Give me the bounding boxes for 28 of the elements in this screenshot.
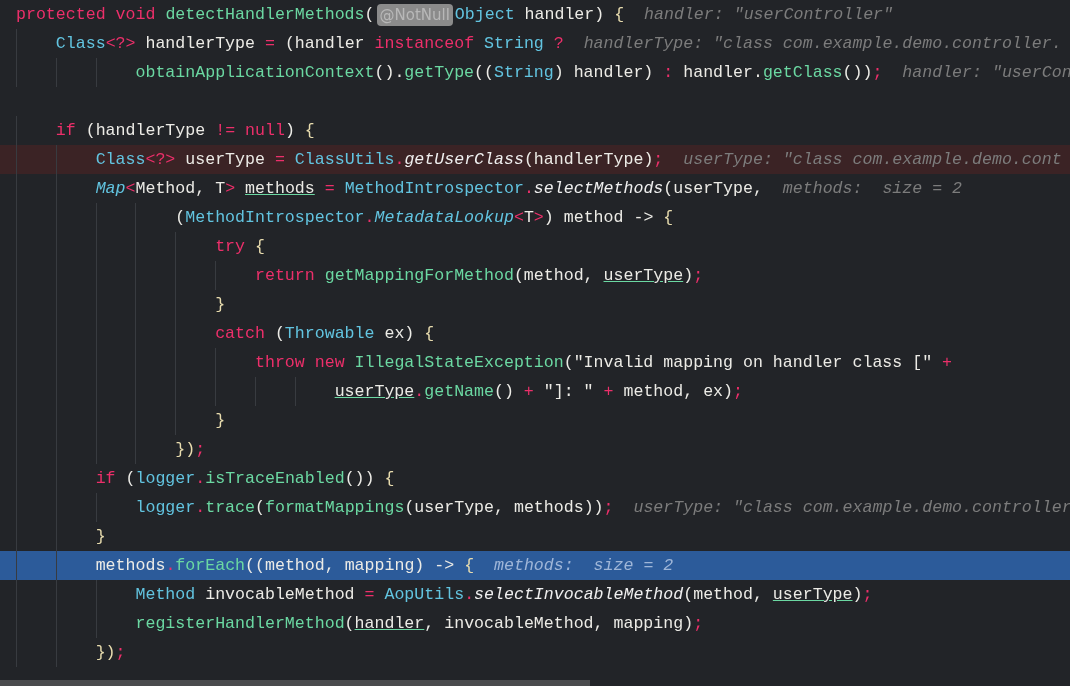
code-text: Class<?> userType = ClassUtils.getUserClass(handlerType); [16,145,664,174]
inline-value-hint: userType: "class com.example.demo.cont [683,149,1062,171]
code-text: Object handler) { [454,4,625,26]
code-text: throw new IllegalStateException("Invalid mapping on handler class [" + [16,348,953,377]
code-text: obtainApplicationContext().getType((String) handler) : handler.getClass()); [16,58,883,87]
inline-value-hint: handlerType: "class com.example.demo.controller. [583,33,1062,55]
code-text: protected void detectHandlerMethods( [16,4,375,26]
code-text: logger.trace(formatMappings(userType, methods)); [16,493,614,522]
code-text: }); [16,435,206,464]
code-text: if (logger.isTraceEnabled()) { [16,464,395,493]
code-text: Map<Method, T> methods = MethodIntrospector.selectMethods(userType, [16,174,763,203]
code-text: }); [16,638,126,667]
inline-value-hint: handler: "userController" [644,4,894,26]
code-text: Method invocableMethod = AopUtils.selectInvocableMethod(method, userType); [16,580,873,609]
inline-value-hint: methods: size = 2 [782,178,963,200]
code-text: (MethodIntrospector.MetadataLookup<T>) method -> { [16,203,674,232]
inline-value-hint: handler: "userCon [902,62,1070,84]
horizontal-scrollbar[interactable] [0,680,590,686]
code-text: userType.getName() + "]: " + method, ex); [16,377,743,406]
code-text: } [16,406,226,435]
code-text: try { [16,232,265,261]
code-text: return getMappingForMethod(method, userType); [16,261,704,290]
code-text: Class<?> handlerType = (handler instanceof String ? [16,29,564,58]
code-text: catch (Throwable ex) { [16,319,435,348]
inline-value-hint: methods: size = 2 [494,555,674,577]
code-text: } [16,290,226,319]
code-text: methods.forEach((method, mapping) -> { [16,551,475,580]
code-text: registerHandlerMethod(handler, invocableMethod, mapping); [16,609,704,638]
